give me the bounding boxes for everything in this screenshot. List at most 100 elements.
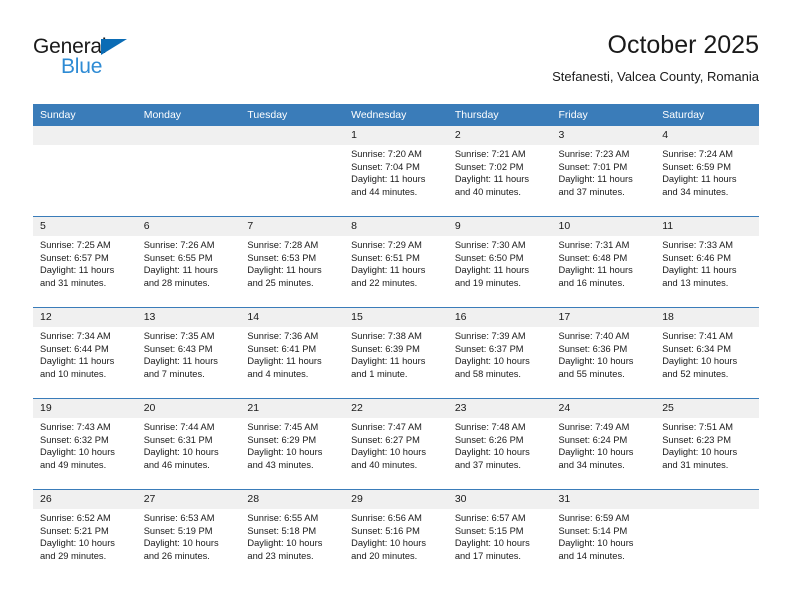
daylight-duration-line1: Daylight: 11 hours: [40, 356, 115, 367]
day-number: [136, 126, 241, 145]
calendar-day-cell[interactable]: 3 Sunrise: 7:23 AM Sunset: 7:01 PM Daylight…: [551, 126, 656, 217]
day-number: 17: [551, 308, 656, 327]
day-details: Sunrise: 7:35 AM Sunset: 6:43 PM Daylight:…: [137, 327, 241, 380]
sunset-time: Sunset: 6:36 PM: [558, 343, 628, 354]
calendar-day-cell[interactable]: 19 Sunrise: 7:43 AM Sunset: 6:32 PM Dayligh…: [33, 398, 137, 490]
day-number: 22: [344, 399, 448, 418]
calendar-day-cell[interactable]: 27 Sunrise: 6:53 AM Sunset: 5:19 PM Dayligh…: [136, 489, 241, 580]
daylight-duration-line1: Daylight: 10 hours: [454, 538, 530, 549]
day-details: Sunrise: 7:30 AM Sunset: 6:50 PM Daylight:…: [448, 236, 552, 289]
calendar-day-cell[interactable]: 28 Sunrise: 6:55 AM Sunset: 5:18 PM Dayligh…: [240, 489, 345, 580]
calendar-day-cell[interactable]: 5 Sunrise: 7:25 AM Sunset: 6:57 PM Daylight…: [33, 216, 137, 308]
calendar-day-cell[interactable]: 20 Sunrise: 7:44 AM Sunset: 6:31 PM Dayligh…: [136, 398, 241, 490]
daylight-duration-line2: and 37 minutes.: [454, 459, 521, 470]
calendar-day-cell[interactable]: 22 Sunrise: 7:47 AM Sunset: 6:27 PM Dayligh…: [344, 398, 448, 490]
day-number: 26: [33, 490, 137, 509]
calendar-day-cell[interactable]: 21 Sunrise: 7:45 AM Sunset: 6:29 PM Dayligh…: [240, 398, 345, 490]
page-header: General Blue October 2025 Stefanesti, Va…: [33, 30, 759, 98]
daylight-duration-line2: and 34 minutes.: [662, 186, 729, 197]
day-number: 11: [655, 217, 759, 236]
daylight-duration-line2: and 1 minute.: [351, 368, 408, 379]
sunset-time: Sunset: 6:26 PM: [454, 434, 524, 445]
calendar-day-cell[interactable]: 17 Sunrise: 7:40 AM Sunset: 6:36 PM Dayligh…: [551, 307, 656, 399]
sunrise-time: Sunrise: 7:45 AM: [247, 422, 319, 432]
sunset-time: Sunset: 6:59 PM: [662, 161, 731, 172]
calendar-day-cell[interactable]: 14 Sunrise: 7:36 AM Sunset: 6:41 PM Dayligh…: [240, 307, 345, 399]
daylight-duration-line1: Daylight: 10 hours: [558, 447, 634, 458]
day-details: Sunrise: 7:49 AM Sunset: 6:24 PM Daylight:…: [552, 418, 656, 471]
daylight-duration-line2: and 25 minutes.: [247, 277, 314, 288]
calendar-day-cell[interactable]: 9 Sunrise: 7:30 AM Sunset: 6:50 PM Daylight…: [447, 216, 552, 308]
daylight-duration-line1: Daylight: 10 hours: [558, 356, 634, 367]
day-number: 5: [33, 217, 137, 236]
sunrise-time: Sunrise: 7:28 AM: [247, 240, 319, 250]
daylight-duration-line2: and 23 minutes.: [247, 550, 314, 561]
day-details: Sunrise: 7:51 AM Sunset: 6:23 PM Daylight:…: [655, 418, 759, 471]
day-number: 8: [344, 217, 448, 236]
sunrise-time: Sunrise: 7:23 AM: [558, 149, 630, 159]
day-number: 18: [655, 308, 759, 327]
day-number: 1: [344, 126, 448, 145]
calendar-day-cell[interactable]: 29 Sunrise: 6:56 AM Sunset: 5:16 PM Dayligh…: [344, 489, 448, 580]
calendar-day-cell[interactable]: 30 Sunrise: 6:57 AM Sunset: 5:15 PM Dayligh…: [447, 489, 552, 580]
calendar-day-cell[interactable]: 7 Sunrise: 7:28 AM Sunset: 6:53 PM Daylight…: [240, 216, 345, 308]
day-details: Sunrise: 7:43 AM Sunset: 6:32 PM Daylight:…: [33, 418, 137, 471]
calendar-day-cell[interactable]: 23 Sunrise: 7:48 AM Sunset: 6:26 PM Dayligh…: [447, 398, 552, 490]
daylight-duration-line2: and 49 minutes.: [40, 459, 107, 470]
calendar-day-cell[interactable]: 18 Sunrise: 7:41 AM Sunset: 6:34 PM Dayligh…: [655, 307, 759, 399]
sunset-time: Sunset: 6:50 PM: [454, 252, 524, 263]
sunrise-time: Sunrise: 7:38 AM: [351, 331, 422, 341]
sunset-time: Sunset: 6:46 PM: [662, 252, 731, 263]
page-title: October 2025: [607, 31, 760, 59]
calendar-day-cell[interactable]: 11 Sunrise: 7:33 AM Sunset: 6:46 PM Dayligh…: [655, 216, 759, 308]
daylight-duration-line1: Daylight: 10 hours: [143, 538, 219, 549]
day-details: Sunrise: 7:26 AM Sunset: 6:55 PM Daylight:…: [137, 236, 241, 289]
day-details: Sunrise: 7:47 AM Sunset: 6:27 PM Daylight:…: [344, 418, 448, 471]
sunset-time: Sunset: 7:01 PM: [558, 161, 628, 172]
daylight-duration-line1: Daylight: 11 hours: [143, 265, 218, 276]
general-blue-logo[interactable]: General Blue: [33, 36, 153, 82]
sunrise-time: Sunrise: 6:52 AM: [40, 513, 111, 523]
daylight-duration-line1: Daylight: 11 hours: [247, 356, 322, 367]
weekday-header-wednesday: Wednesday: [344, 104, 448, 126]
sunset-time: Sunset: 6:53 PM: [247, 252, 317, 263]
daylight-duration-line2: and 17 minutes.: [454, 550, 521, 561]
sunrise-time: Sunrise: 7:35 AM: [143, 331, 215, 341]
sunrise-time: Sunrise: 7:25 AM: [40, 240, 111, 250]
day-details: Sunrise: 7:25 AM Sunset: 6:57 PM Daylight:…: [33, 236, 137, 289]
day-details: Sunrise: 7:23 AM Sunset: 7:01 PM Daylight:…: [552, 145, 656, 198]
calendar-day-cell[interactable]: 15 Sunrise: 7:38 AM Sunset: 6:39 PM Dayligh…: [344, 307, 448, 399]
day-number: 31: [551, 490, 656, 509]
daylight-duration-line1: Daylight: 10 hours: [40, 447, 115, 458]
calendar-day-cell[interactable]: 13 Sunrise: 7:35 AM Sunset: 6:43 PM Dayligh…: [136, 307, 241, 399]
calendar-day-cell[interactable]: 16 Sunrise: 7:39 AM Sunset: 6:37 PM Dayligh…: [447, 307, 552, 399]
daylight-duration-line2: and 19 minutes.: [454, 277, 521, 288]
sunset-time: Sunset: 6:24 PM: [558, 434, 628, 445]
calendar-day-cell[interactable]: 26 Sunrise: 6:52 AM Sunset: 5:21 PM Dayligh…: [33, 489, 137, 580]
daylight-duration-line1: Daylight: 11 hours: [558, 174, 633, 185]
calendar-day-cell[interactable]: 24 Sunrise: 7:49 AM Sunset: 6:24 PM Dayligh…: [551, 398, 656, 490]
day-number: 30: [447, 490, 552, 509]
calendar-day-cell[interactable]: 10 Sunrise: 7:31 AM Sunset: 6:48 PM Dayligh…: [551, 216, 656, 308]
day-details: Sunrise: 7:29 AM Sunset: 6:51 PM Daylight:…: [344, 236, 448, 289]
calendar-day-cell[interactable]: 6 Sunrise: 7:26 AM Sunset: 6:55 PM Daylight…: [136, 216, 241, 308]
calendar-day-cell[interactable]: 1 Sunrise: 7:20 AM Sunset: 7:04 PM Daylight…: [344, 126, 448, 217]
calendar-day-cell[interactable]: 12 Sunrise: 7:34 AM Sunset: 6:44 PM Dayligh…: [33, 307, 137, 399]
weekday-header-sunday: Sunday: [33, 104, 137, 126]
daylight-duration-line2: and 16 minutes.: [558, 277, 625, 288]
calendar-day-cell[interactable]: 4 Sunrise: 7:24 AM Sunset: 6:59 PM Daylight…: [655, 126, 759, 217]
daylight-duration-line1: Daylight: 10 hours: [662, 447, 738, 458]
day-details: Sunrise: 7:33 AM Sunset: 6:46 PM Daylight:…: [655, 236, 759, 289]
calendar-day-cell[interactable]: 25 Sunrise: 7:51 AM Sunset: 6:23 PM Dayligh…: [655, 398, 759, 490]
day-number: 16: [447, 308, 552, 327]
calendar-day-cell[interactable]: 2 Sunrise: 7:21 AM Sunset: 7:02 PM Daylight…: [447, 126, 552, 217]
day-number: 23: [447, 399, 552, 418]
calendar-day-cell[interactable]: 8 Sunrise: 7:29 AM Sunset: 6:51 PM Daylight…: [344, 216, 448, 308]
daylight-duration-line1: Daylight: 11 hours: [351, 265, 426, 276]
logo-text-blue: Blue: [61, 55, 103, 78]
daylight-duration-line2: and 34 minutes.: [558, 459, 625, 470]
day-number: [240, 126, 345, 145]
calendar-day-cell[interactable]: 31 Sunrise: 6:59 AM Sunset: 5:14 PM Dayligh…: [551, 489, 656, 580]
daylight-duration-line2: and 14 minutes.: [558, 550, 625, 561]
day-number: 24: [551, 399, 656, 418]
